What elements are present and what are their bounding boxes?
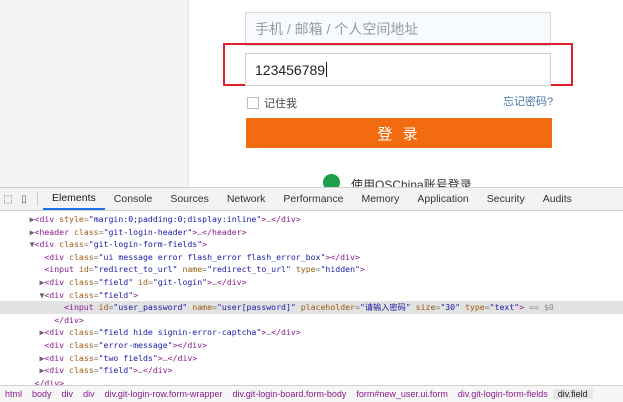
login-page: 手机 / 邮箱 / 个人空间地址 123456789 记住我 忘记密码? 登 录…: [0, 0, 623, 192]
dom-node-line[interactable]: <input id="user_password" name="user[pas…: [0, 301, 623, 314]
devtools-panel: ⬚ ▯ Elements Console Sources Network Per…: [0, 187, 623, 402]
tab-application[interactable]: Application: [408, 188, 477, 210]
dom-node-line[interactable]: </div>: [0, 314, 623, 327]
password-input[interactable]: 123456789: [245, 53, 551, 86]
dom-node-line[interactable]: ▼<div class="field">: [0, 289, 623, 302]
inspect-element-icon[interactable]: ⬚: [0, 188, 16, 210]
dom-node-line[interactable]: ▶<div style="margin:0;padding:0;display:…: [0, 213, 623, 226]
dom-node-line[interactable]: <div class="ui message error flash_error…: [0, 251, 623, 264]
account-input[interactable]: 手机 / 邮箱 / 个人空间地址: [245, 12, 551, 46]
password-value: 123456789: [255, 61, 326, 78]
dom-node-line[interactable]: ▶<div class="field">…</div>: [0, 364, 623, 377]
login-button[interactable]: 登 录: [246, 118, 552, 148]
tab-network[interactable]: Network: [218, 188, 275, 210]
account-placeholder: 手机 / 邮箱 / 个人空间地址: [255, 21, 419, 37]
remember-label: 记住我: [264, 98, 297, 110]
breadcrumb-item[interactable]: div.git-login-form-fields: [453, 389, 553, 399]
breadcrumb-item[interactable]: div.field: [552, 389, 593, 399]
forgot-password-link[interactable]: 忘记密码?: [503, 93, 553, 109]
device-toolbar-icon[interactable]: ▯: [16, 188, 32, 210]
dom-tree: ▶<div style="margin:0;padding:0;display:…: [0, 211, 623, 402]
tab-sources[interactable]: Sources: [161, 188, 218, 210]
breadcrumb-item[interactable]: body: [27, 389, 57, 399]
dom-node-line[interactable]: ▶<div class="field" id="git-login">…</di…: [0, 276, 623, 289]
tab-performance[interactable]: Performance: [274, 188, 352, 210]
tab-console[interactable]: Console: [105, 188, 162, 210]
devtools-tab-bar: ⬚ ▯ Elements Console Sources Network Per…: [0, 188, 623, 211]
dom-node-line[interactable]: <div class="error-message"></div>: [0, 339, 623, 352]
breadcrumb-item[interactable]: div.git-login-row.form-wrapper: [100, 389, 228, 399]
breadcrumb-item[interactable]: div.git-login-board.form-body: [227, 389, 351, 399]
tab-memory[interactable]: Memory: [352, 188, 408, 210]
toolbar-divider: [37, 192, 38, 206]
tab-audits[interactable]: Audits: [534, 188, 581, 210]
breadcrumb-item[interactable]: html: [0, 389, 27, 399]
left-background: [0, 0, 189, 190]
breadcrumb-item[interactable]: div: [57, 389, 79, 399]
breadcrumb-item[interactable]: div: [78, 389, 100, 399]
dom-node-line[interactable]: ▼<div class="git-login-form-fields">: [0, 238, 623, 251]
breadcrumb-item[interactable]: form#new_user.ui.form: [351, 389, 453, 399]
dom-node-line[interactable]: ▶<header class="git-login-header">…</hea…: [0, 226, 623, 239]
remember-checkbox[interactable]: [247, 97, 259, 109]
tab-security[interactable]: Security: [478, 188, 534, 210]
dom-node-line[interactable]: ▶<div class="two fields">…</div>: [0, 352, 623, 365]
tab-elements[interactable]: Elements: [43, 188, 105, 210]
dom-node-line[interactable]: <input id="redirect_to_url" name="redire…: [0, 263, 623, 276]
text-caret: [326, 62, 328, 77]
dom-node-line[interactable]: ▶<div class="field hide signin-error-cap…: [0, 326, 623, 339]
breadcrumb: html body div div div.git-login-row.form-wra…: [0, 385, 623, 402]
